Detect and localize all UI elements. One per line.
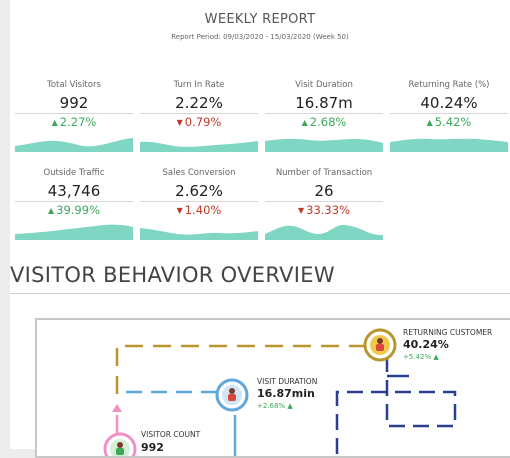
metric-change: ▼ 1.40% [140, 203, 258, 217]
metric-card-total-visitors: Total Visitors 992 ▲ 2.27% [15, 80, 133, 152]
metric-card-outside-traffic: Outside Traffic 43,746 ▲ 39.99% [15, 168, 133, 240]
sparkline [15, 138, 133, 152]
metric-change-value: 2.27% [59, 115, 97, 129]
metric-value: 16.87m [295, 94, 353, 112]
metric-value: 992 [59, 94, 89, 112]
metric-divider [140, 113, 258, 114]
sparkline [15, 224, 133, 240]
metric-change-value: 5.42% [434, 115, 472, 129]
metric-label: Returning Rate (%) [408, 80, 490, 90]
metric-card-visit-duration: Visit Duration 16.87m ▲ 2.68% [265, 80, 383, 152]
metric-value: 2.22% [175, 94, 223, 112]
arrow-down-icon: ▼ [176, 118, 183, 127]
sparkline [265, 138, 383, 152]
visitor-count-value: 992 [141, 441, 164, 454]
metric-divider [140, 201, 258, 202]
metric-value: 43,746 [47, 182, 101, 200]
metric-change: ▼ 0.79% [140, 115, 258, 129]
metric-label: Sales Conversion [162, 168, 236, 178]
returning-customer-value: 40.24% [403, 338, 449, 351]
visit-duration-icon [215, 378, 249, 412]
metric-label: Total Visitors [47, 80, 101, 90]
sparkline [140, 141, 258, 152]
metric-change-value: 2.68% [309, 115, 347, 129]
metric-card-sales-conversion: Sales Conversion 2.62% ▼ 1.40% [140, 168, 258, 240]
sparkline [140, 228, 258, 240]
visitor-count-label: VISITOR COUNT [141, 430, 201, 439]
visitor-flow-diagram: RETURNING CUSTOMER 40.24% +5.42% ▲ VISIT… [35, 318, 510, 458]
metric-change-value: 1.40% [184, 203, 222, 217]
metric-card-number-of-transaction: Number of Transaction 26 ▼ 33.33% [265, 168, 383, 240]
arrow-up-icon: ▲ [433, 353, 439, 361]
visit-duration-label: VISIT DURATION [257, 377, 318, 386]
metric-value: 40.24% [420, 94, 478, 112]
sparkline [390, 138, 508, 152]
metric-card-returning-rate: Returning Rate (%) 40.24% ▲ 5.42% [390, 80, 508, 152]
metric-card-turn-in-rate: Turn In Rate 2.22% ▼ 0.79% [140, 80, 258, 152]
metric-divider [265, 113, 383, 114]
returning-customer-label: RETURNING CUSTOMER [403, 328, 493, 337]
metric-label: Number of Transaction [275, 168, 373, 178]
arrow-up-icon: ▲ [301, 118, 308, 127]
metric-change-value: 39.99% [56, 203, 100, 217]
section-title: VISITOR BEHAVIOR OVERVIEW [10, 263, 335, 287]
metric-change: ▲ 2.68% [265, 115, 383, 129]
metric-value: 2.62% [175, 182, 223, 200]
metric-value: 26 [314, 182, 334, 200]
arrow-down-icon: ▼ [176, 206, 183, 215]
metric-label: Outside Traffic [43, 168, 105, 178]
metric-change: ▲ 2.27% [15, 115, 133, 129]
visit-duration-change: +2.68% ▲ [257, 402, 293, 410]
returning-customer-change: +5.42% ▲ [403, 353, 439, 361]
arrow-up-icon: ▲ [426, 118, 433, 127]
returning-customer-icon [363, 328, 397, 362]
metric-change-value: 0.79% [184, 115, 222, 129]
report-page: WEEKLY REPORT Report Period: 09/03/2020 … [10, 0, 510, 458]
metric-change: ▲ 39.99% [15, 203, 133, 217]
metric-divider [265, 201, 383, 202]
report-title: WEEKLY REPORT [204, 12, 316, 27]
arrow-up-icon: ▲ [47, 206, 55, 215]
arrow-up-icon: ▲ [287, 402, 293, 410]
metric-label: Visit Duration [295, 80, 353, 90]
metric-divider [15, 201, 133, 202]
visit-duration-value: 16.87min [257, 387, 315, 400]
section-divider [10, 293, 510, 294]
metric-change-value: 33.33% [306, 203, 350, 217]
metric-divider [15, 113, 133, 114]
arrow-up-icon: ▲ [51, 118, 58, 127]
report-period: Report Period: 09/03/2020 - 15/03/2020 (… [171, 33, 349, 41]
arrow-down-icon: ▼ [297, 206, 305, 215]
metric-change: ▼ 33.33% [265, 203, 383, 217]
metric-divider [390, 113, 508, 114]
sparkline [265, 224, 383, 240]
metric-change: ▲ 5.42% [390, 115, 508, 129]
visitor-count-icon [103, 432, 137, 456]
metric-label: Turn In Rate [173, 80, 225, 90]
